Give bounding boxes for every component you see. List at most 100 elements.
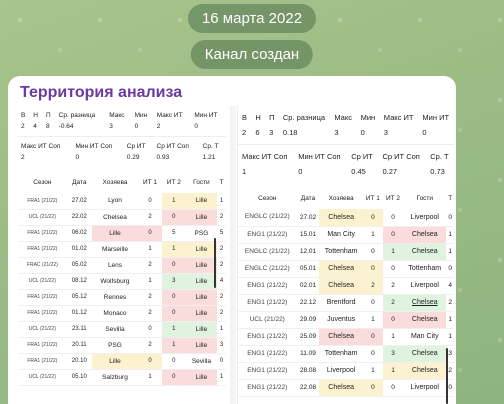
column-header: Гости xyxy=(193,178,210,186)
total-cell: 0 xyxy=(446,260,454,278)
away-team-cell: Chelsea xyxy=(403,345,447,363)
season-cell: FRA1 (21/22) xyxy=(18,225,67,242)
date-cell: 23.11 xyxy=(66,321,92,338)
column-header: Сезон xyxy=(33,178,52,186)
table-row: ENG1 (21/22) 28.08 Liverpool 1 1 Chelsea 2 xyxy=(238,362,454,380)
total-cell: 4 xyxy=(446,277,454,295)
total-cell: 1 xyxy=(446,226,454,244)
stat-header: Ср. разница xyxy=(58,112,96,119)
home-team-cell: Lille xyxy=(91,353,139,370)
column-header: Хозяева xyxy=(328,194,354,202)
table-row: ENG1 (21/22) 15.01 Man City 1 0 Chelsea 1 xyxy=(238,226,454,244)
stat-header: Ср. Т xyxy=(202,143,219,150)
home-goals-cell: 0 xyxy=(362,243,383,261)
season-cell: FRA1 (21/22) xyxy=(18,353,67,370)
table-row: ENG1 (21/22) 02.01 Chelsea 2 2 Liverpool 4 xyxy=(238,277,454,295)
table-row: ENGLC (21/22) 05.01 Chelsea 0 0 Tottenham 0 xyxy=(238,260,454,278)
away-team-cell: Chelsea xyxy=(403,362,447,380)
column-header: ИТ 2 xyxy=(166,178,181,186)
home-goals-cell: 1 xyxy=(362,311,383,329)
away-team-cell: Sevilla xyxy=(185,353,218,370)
stat-value: 0.93 xyxy=(156,154,170,161)
left-analysis-image[interactable]: В Н П Ср. разница Макс Мин Макс ИТ Мин ИТ 2 4 8 -0.… xyxy=(18,106,226,404)
stat-value: 2 xyxy=(156,123,161,130)
stat-header: Макс ИТ Соп xyxy=(21,143,61,150)
column-header: Т xyxy=(219,178,224,186)
stat-header: П xyxy=(45,112,51,119)
stat-value: 4 xyxy=(33,123,37,130)
home-goals-cell: 2 xyxy=(138,209,162,226)
table-row: UCL (21/22) 29.09 Juventus 1 0 Chelsea 1 xyxy=(238,311,454,329)
home-goals-cell: 0 xyxy=(362,209,383,227)
home-team-cell: Tottenham xyxy=(319,345,363,363)
away-goals-cell: 1 xyxy=(382,328,404,346)
away-team-cell: Lille xyxy=(185,305,218,322)
left-scrollbar[interactable] xyxy=(214,238,216,288)
away-team-cell: Chelsea xyxy=(403,294,447,312)
table-row: FRA1 (21/22) 06.02 Lille 0 5 PSG 5 xyxy=(18,225,226,242)
date-cell: 28.08 xyxy=(296,362,320,380)
table-row: FRA1 (21/22) 20.10 Lille 0 0 Sevilla 0 xyxy=(18,353,226,370)
season-cell: ENG1 (21/22) xyxy=(238,277,297,295)
season-cell: ENGLC (21/22) xyxy=(238,209,297,227)
home-goals-cell: 2 xyxy=(362,277,383,295)
away-goals-cell: 1 xyxy=(382,362,404,380)
separator xyxy=(238,144,454,145)
date-cell: 01.12 xyxy=(66,305,92,322)
image-divider xyxy=(230,106,236,404)
total-cell: 1 xyxy=(217,369,226,386)
home-team-cell: Monaco xyxy=(91,305,139,322)
away-team-cell: Man City xyxy=(403,328,447,346)
stat-value: 3 xyxy=(383,128,388,137)
home-goals-cell: 0 xyxy=(138,353,162,370)
home-goals-cell: 2 xyxy=(138,305,162,322)
date-cell: 05.01 xyxy=(296,260,320,278)
right-scrollbar[interactable] xyxy=(446,348,448,404)
total-cell: 1 xyxy=(217,321,226,338)
column-header: Гости xyxy=(416,194,434,202)
left-matches-table: Сезон Дата Хозяева ИТ 1 ИТ 2 Гости Т FRA1 (21/… xyxy=(18,171,226,386)
total-cell: 1 xyxy=(217,193,226,210)
date-cell: 29.09 xyxy=(296,311,320,329)
away-goals-cell: 1 xyxy=(161,337,186,354)
message-bubble[interactable]: Территория анализа В Н П Ср. разница Макс Мин… xyxy=(8,76,456,404)
away-team-cell: Lille xyxy=(185,273,218,290)
column-header: Т xyxy=(448,194,453,202)
date-cell: 05.02 xyxy=(66,257,92,274)
home-goals-cell: 1 xyxy=(138,273,162,290)
right-analysis-image[interactable]: В Н П Ср. разница Макс Мин Макс ИТ Мин ИТ 2 6 3 0.1… xyxy=(238,106,454,404)
season-cell: FRA1 (21/22) xyxy=(18,241,67,258)
season-cell: UCL (21/22) xyxy=(18,369,67,386)
stat-value: 0 xyxy=(298,167,303,176)
away-team-cell: Lille xyxy=(185,289,218,306)
away-goals-cell: 1 xyxy=(161,321,186,338)
home-team-cell: Lyon xyxy=(91,193,139,210)
column-header: ИТ 1 xyxy=(365,194,380,202)
stat-header: Мин ИТ xyxy=(422,113,450,122)
total-cell: 1 xyxy=(446,311,454,329)
home-team-cell: Lens xyxy=(91,257,139,274)
stat-value: 1 xyxy=(242,167,247,176)
stat-header: Макс xyxy=(334,113,352,122)
stat-value: 0 xyxy=(422,128,427,137)
away-goals-cell: 0 xyxy=(161,257,186,274)
season-cell: FRAC (21/22) xyxy=(18,257,67,274)
stat-header: Макс ИТ xyxy=(156,112,183,119)
table-row: UCL (21/22) 22.02 Chelsea 2 0 Lille 2 xyxy=(18,209,226,226)
stat-header: Ср ИТ xyxy=(351,152,373,161)
separator xyxy=(18,136,226,137)
table-row: FRA1 (21/22) 20.11 PSG 2 1 Lille 3 xyxy=(18,337,226,354)
home-goals-cell: 2 xyxy=(138,337,162,354)
stat-header: Ср ИТ xyxy=(126,143,146,150)
stat-header: Мин xyxy=(360,113,376,122)
stat-value: 1.21 xyxy=(202,154,216,161)
away-goals-cell: 0 xyxy=(382,260,404,278)
stat-value: 6 xyxy=(255,128,260,137)
away-team-cell: Chelsea xyxy=(403,311,447,329)
column-header: Дата xyxy=(300,194,316,202)
table-row: ENG1 (21/22) 22.12 Brentford 0 2 Chelsea 2 xyxy=(238,294,454,312)
right-matches-table: Сезон Дата Хозяева ИТ 1 ИТ 2 Гости Т ENGLC (21… xyxy=(238,187,454,397)
stat-header: Мин ИТ xyxy=(194,112,218,119)
stat-value: 3 xyxy=(334,128,339,137)
home-team-cell: Liverpool xyxy=(319,362,363,380)
